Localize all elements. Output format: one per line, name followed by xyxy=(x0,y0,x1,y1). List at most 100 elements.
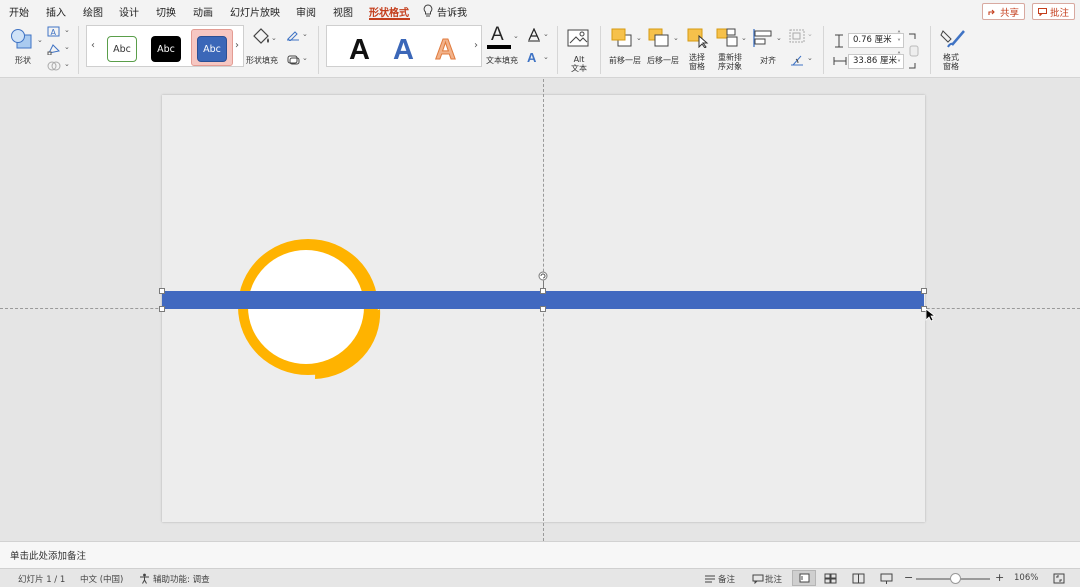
effects-dropdown-icon[interactable]: ⌄ xyxy=(302,54,308,62)
text-effects-icon[interactable]: A xyxy=(527,50,536,65)
normal-view-button[interactable] xyxy=(792,570,816,586)
status-bar: 幻灯片 1 / 1 中文 (中国) 辅助功能: 调查 备注 批注 − + 106… xyxy=(0,568,1080,587)
tab-draw[interactable]: 绘图 xyxy=(83,4,103,19)
comments-toggle-button[interactable]: 批注 xyxy=(765,573,782,585)
gallery-next-icon[interactable]: › xyxy=(235,40,239,51)
language-indicator[interactable]: 中文 (中国) xyxy=(80,573,123,585)
resize-handle-top[interactable] xyxy=(540,288,546,294)
shapes-label: 形状 xyxy=(15,56,31,65)
slideshow-icon[interactable] xyxy=(880,573,893,584)
rotate-icon[interactable] xyxy=(789,53,805,67)
send-backward-icon[interactable] xyxy=(648,28,672,48)
wordart-black[interactable]: A xyxy=(349,36,370,65)
fit-to-window-icon[interactable] xyxy=(1053,573,1065,584)
tab-insert[interactable]: 插入 xyxy=(46,4,66,19)
shape-height-input[interactable]: 0.76 厘米 xyxy=(848,33,904,48)
zoom-out-icon[interactable]: − xyxy=(904,571,913,584)
notes-pane[interactable]: 单击此处添加备注 xyxy=(0,541,1080,568)
notes-placeholder: 单击此处添加备注 xyxy=(10,551,87,562)
format-pane-brush-icon[interactable] xyxy=(940,27,966,49)
comments-button[interactable]: 批注 xyxy=(1032,3,1076,20)
wordart-orange-outline[interactable]: A xyxy=(435,35,457,65)
group-objects-icon xyxy=(789,29,805,43)
tab-review[interactable]: 审阅 xyxy=(296,4,316,19)
zoom-level[interactable]: 106% xyxy=(1014,573,1038,583)
tab-animations[interactable]: 动画 xyxy=(193,4,213,19)
lock-aspect-ratio-icon[interactable] xyxy=(907,32,919,70)
edit-shape-icon[interactable] xyxy=(47,43,61,55)
shapes-icon[interactable] xyxy=(10,28,36,50)
group-dropdown-icon: ⌄ xyxy=(807,30,813,38)
comments-label: 批注 xyxy=(1050,7,1070,19)
shape-width-icon xyxy=(833,57,847,65)
edit-shape-dropdown-icon: ⌄ xyxy=(64,43,70,51)
text-box-dropdown-icon: ⌄ xyxy=(64,26,70,34)
share-label: 共享 xyxy=(1000,7,1020,19)
fill-dropdown-icon[interactable]: ⌄ xyxy=(271,34,277,42)
shape-style-dark[interactable]: Abc xyxy=(151,36,181,62)
zoom-slider-thumb[interactable] xyxy=(950,573,961,584)
notes-icon xyxy=(705,575,715,583)
resize-handle-bottom[interactable] xyxy=(540,306,546,312)
shape-width-input[interactable]: 33.86 厘米 xyxy=(848,54,904,69)
ring-shape[interactable] xyxy=(230,234,410,384)
send-backward-dropdown-icon[interactable]: ⌄ xyxy=(673,34,679,42)
gallery-prev-icon[interactable]: ‹ xyxy=(91,40,95,51)
share-button[interactable]: 共享 xyxy=(982,3,1026,20)
shape-style-blue[interactable]: Abc xyxy=(197,36,227,62)
text-fill-icon[interactable]: A xyxy=(491,25,504,45)
tab-shape-format[interactable]: 形状格式 xyxy=(369,4,409,19)
slide-sorter-icon[interactable] xyxy=(824,573,837,584)
shape-outline-pen-icon[interactable] xyxy=(286,29,300,41)
comment-icon xyxy=(1038,7,1047,16)
outline-dropdown-icon[interactable]: ⌄ xyxy=(302,30,308,38)
align-label: 对齐 xyxy=(760,56,776,65)
reorder-dropdown-icon[interactable]: ⌄ xyxy=(741,34,747,42)
reorder-objects-icon[interactable] xyxy=(716,28,740,48)
bring-forward-icon[interactable] xyxy=(611,28,635,48)
resize-handle-top-right[interactable] xyxy=(921,288,927,294)
alt-text-label: Alt 文本 xyxy=(571,55,587,73)
normal-view-icon xyxy=(799,573,810,583)
tab-slideshow[interactable]: 幻灯片放映 xyxy=(230,4,280,19)
text-effects-dropdown-icon[interactable]: ⌄ xyxy=(543,53,549,61)
alt-text-icon[interactable] xyxy=(567,29,591,49)
active-tab-underline xyxy=(369,18,410,20)
paint-bucket-icon[interactable] xyxy=(250,26,272,48)
text-outline-icon[interactable] xyxy=(527,28,541,42)
selection-pane-icon[interactable] xyxy=(687,28,711,48)
text-outline-dropdown-icon[interactable]: ⌄ xyxy=(543,30,549,38)
ribbon-separator xyxy=(600,26,601,74)
height-stepper-icon[interactable]: ˄ ˅ xyxy=(897,31,901,47)
ribbon: ⌄ 形状 A ⌄ ⌄ ⌄ ‹ Abc Abc Abc › ⌄ 形状填充 ⌄ ⌄ … xyxy=(0,22,1080,78)
accessibility-icon xyxy=(140,573,149,584)
tab-tell-me[interactable]: 告诉我 xyxy=(437,4,467,19)
shape-effects-icon[interactable] xyxy=(286,53,300,65)
share-icon xyxy=(988,9,995,15)
tab-view[interactable]: 视图 xyxy=(333,4,353,19)
wordart-styles-gallery: A A A xyxy=(326,25,482,67)
accessibility-status[interactable]: 辅助功能: 调查 xyxy=(153,573,210,585)
tab-transitions[interactable]: 切换 xyxy=(156,4,176,19)
resize-handle-top-left[interactable] xyxy=(159,288,165,294)
reading-view-icon[interactable] xyxy=(852,573,865,584)
tab-home[interactable]: 开始 xyxy=(9,4,29,19)
shape-style-outline[interactable]: Abc xyxy=(107,36,137,62)
text-fill-dropdown-icon[interactable]: ⌄ xyxy=(513,32,519,40)
ribbon-separator xyxy=(823,26,824,74)
notes-toggle-button[interactable]: 备注 xyxy=(718,573,735,585)
rotate-dropdown-icon[interactable]: ⌄ xyxy=(807,54,813,62)
shapes-dropdown-icon[interactable]: ⌄ xyxy=(37,36,43,44)
text-box-icon[interactable]: A xyxy=(47,26,61,38)
bring-forward-label: 前移一层 xyxy=(609,56,641,65)
comments-status-icon xyxy=(752,574,764,584)
bring-forward-dropdown-icon[interactable]: ⌄ xyxy=(636,34,642,42)
tab-design[interactable]: 设计 xyxy=(119,4,139,19)
wordart-next-icon[interactable]: › xyxy=(474,40,478,51)
wordart-blue[interactable]: A xyxy=(393,36,414,65)
align-dropdown-icon[interactable]: ⌄ xyxy=(776,34,782,42)
width-stepper-icon[interactable]: ˄ ˅ xyxy=(897,52,901,68)
align-icon[interactable] xyxy=(752,28,776,48)
resize-handle-bottom-left[interactable] xyxy=(159,306,165,312)
zoom-in-icon[interactable]: + xyxy=(995,571,1004,584)
